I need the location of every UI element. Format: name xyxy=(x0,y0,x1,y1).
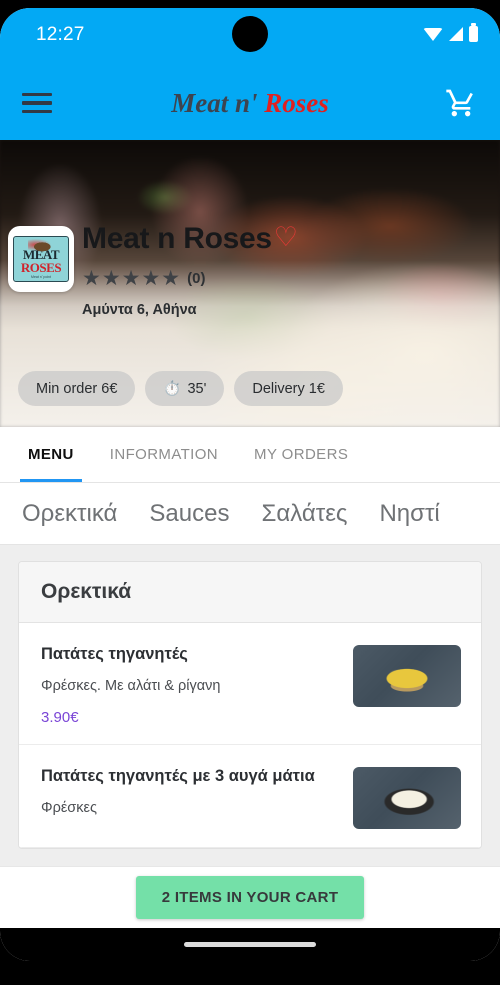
menu-item-thumbnail xyxy=(353,645,461,707)
cart-bar: 2 ITEMS IN YOUR CART xyxy=(0,866,500,928)
menu-item[interactable]: Πατάτες τηγανητές με 3 αυγά μάτια Φρέσκε… xyxy=(19,744,481,848)
rating-count: (0) xyxy=(187,270,206,287)
logo-line2: ROSES xyxy=(20,259,62,275)
wifi-icon xyxy=(423,27,443,41)
phone-frame: 12:27 Meat nʹ Roses MEAT ROSES Meat nʹ p… xyxy=(0,0,500,985)
hero-content: MEAT ROSES Meat nʹ point Meat n Roses ♡ … xyxy=(0,140,500,427)
menu-section-title: Ορεκτικά xyxy=(19,562,481,623)
menu-item-text: Πατάτες τηγανητές Φρέσκες. Με αλάτι & ρί… xyxy=(41,643,353,726)
chip-min-order-label: Min order 6€ xyxy=(36,380,118,397)
chip-delivery-time-label: 35' xyxy=(187,380,207,397)
restaurant-logo-sign: MEAT ROSES Meat nʹ point xyxy=(13,236,69,282)
rating-row: ★★★★★ (0) xyxy=(82,266,500,291)
info-chips: Min order 6€ ⏱️ 35' Delivery 1€ xyxy=(18,371,343,406)
menu-item-name: Πατάτες τηγανητές xyxy=(41,645,188,663)
restaurant-logo: MEAT ROSES Meat nʹ point xyxy=(8,226,74,292)
chip-min-order: Min order 6€ xyxy=(18,371,136,406)
category-nisti[interactable]: Νηστί xyxy=(379,500,439,528)
tab-menu[interactable]: MENU xyxy=(10,427,92,482)
chip-delivery-fee: Delivery 1€ xyxy=(234,371,343,406)
tab-my-orders[interactable]: MY ORDERS xyxy=(236,427,366,482)
category-orektika[interactable]: Ορεκτικά xyxy=(22,500,117,528)
favorite-heart-icon[interactable]: ♡ xyxy=(274,223,298,251)
chip-delivery-time: ⏱️ 35' xyxy=(145,371,225,406)
signal-icon xyxy=(449,27,463,41)
menu-item-thumbnail xyxy=(353,766,461,829)
menu-item-description: Φρέσκες. Με αλάτι & ρίγανη xyxy=(41,678,221,695)
brand-title-part1: Meat nʹ xyxy=(171,87,258,118)
menu-item-text: Πατάτες τηγανητές με 3 αυγά μάτια Φρέσκε… xyxy=(41,765,353,819)
category-sauces[interactable]: Sauces xyxy=(149,500,229,528)
camera-notch xyxy=(232,16,268,52)
restaurant-address: Αμύντα 6, Αθήνα xyxy=(82,302,197,318)
view-cart-button[interactable]: 2 ITEMS IN YOUR CART xyxy=(135,876,365,919)
rating-stars-icon: ★★★★★ xyxy=(82,267,182,290)
menu-item[interactable]: Πατάτες τηγανητές Φρέσκες. Με αλάτι & ρί… xyxy=(19,623,481,745)
menu-content: Ορεκτικά Πατάτες τηγανητές Φρέσκες. Με α… xyxy=(0,545,500,873)
menu-item-name: Πατάτες τηγανητές με 3 αυγά μάτια xyxy=(41,766,315,785)
system-nav-bar xyxy=(0,928,500,961)
menu-section-card: Ορεκτικά Πατάτες τηγανητές Φρέσκες. Με α… xyxy=(18,561,482,849)
category-salates[interactable]: Σαλάτες xyxy=(261,500,347,528)
brand-title: Meat nʹ Roses xyxy=(171,88,329,119)
home-indicator[interactable] xyxy=(184,942,316,947)
menu-item-price: 3.90€ xyxy=(41,708,79,726)
restaurant-title-row: Meat n Roses ♡ xyxy=(82,222,500,256)
logo-tagline: Meat nʹ point xyxy=(31,274,51,279)
tab-information[interactable]: INFORMATION xyxy=(92,427,236,482)
shopping-cart-icon[interactable] xyxy=(444,87,478,119)
tab-bar: MENU INFORMATION MY ORDERS xyxy=(0,427,500,483)
category-scroller[interactable]: Ορεκτικά Sauces Σαλάτες Νηστί xyxy=(0,483,500,545)
phone-screen: 12:27 Meat nʹ Roses MEAT ROSES Meat nʹ p… xyxy=(0,8,500,961)
app-bar: Meat nʹ Roses xyxy=(0,66,500,140)
status-time: 12:27 xyxy=(36,24,85,45)
status-bar: 12:27 xyxy=(0,8,500,66)
hamburger-menu-icon[interactable] xyxy=(22,88,52,119)
stopwatch-icon: ⏱️ xyxy=(163,381,182,397)
status-icons xyxy=(423,23,478,42)
restaurant-hero-banner: MEAT ROSES Meat nʹ point Meat n Roses ♡ … xyxy=(0,140,500,427)
menu-item-description: Φρέσκες xyxy=(41,800,97,817)
brand-title-part2: Roses xyxy=(264,87,329,118)
battery-icon xyxy=(469,23,478,42)
chip-delivery-fee-label: Delivery 1€ xyxy=(252,380,325,397)
restaurant-name: Meat n Roses xyxy=(82,222,272,255)
bull-illustration-icon xyxy=(28,239,54,252)
